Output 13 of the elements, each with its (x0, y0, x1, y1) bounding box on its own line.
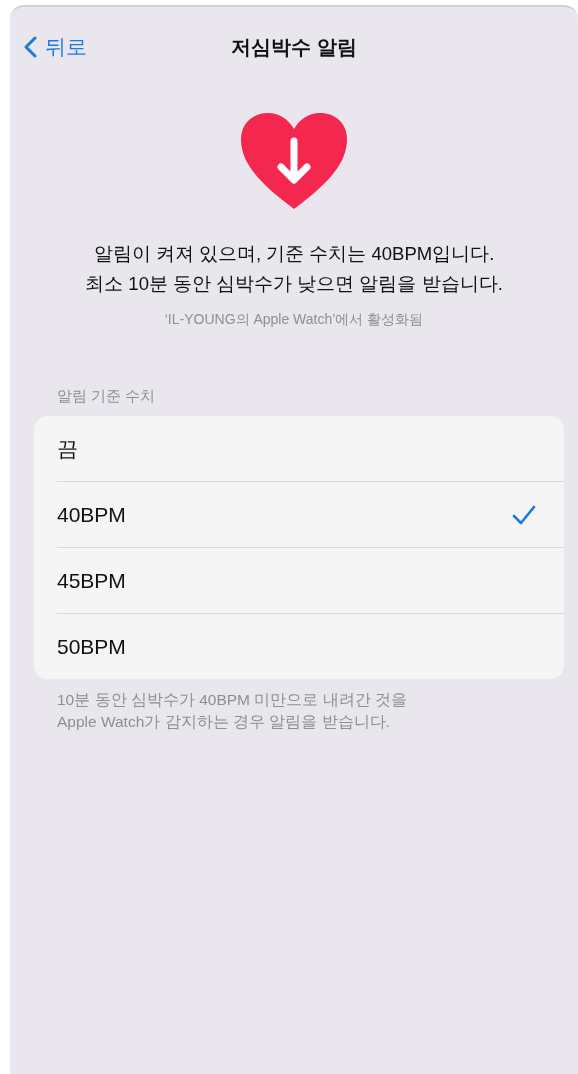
page-title: 저심박수 알림 (231, 34, 357, 60)
footer-note: Apple Watch가 감지하는 경우 알림을 받습니다. (57, 712, 391, 732)
chevron-left-icon (24, 36, 37, 58)
option-row[interactable]: 45BPM (57, 547, 564, 613)
option-row[interactable]: 40BPM (57, 481, 564, 547)
option-row[interactable]: 끔 (57, 416, 564, 481)
status-text: 최소 10분 동안 심박수가 낮으면 알림을 받습니다. (85, 272, 503, 296)
option-row[interactable]: 50BPM (57, 613, 564, 679)
status-text: 알림이 켜져 있으며, 기준 수치는 40BPM입니다. (93, 242, 495, 266)
section-header: 알림 기준 수치 (57, 387, 157, 406)
heart-down-arrow-icon (239, 111, 349, 211)
footer-note: 10분 동안 심박수가 40BPM 미만으로 내려간 것을 (57, 690, 408, 710)
source-device-text: ‘IL-YOUNG의 Apple Watch’에서 활성화됨 (163, 311, 425, 329)
